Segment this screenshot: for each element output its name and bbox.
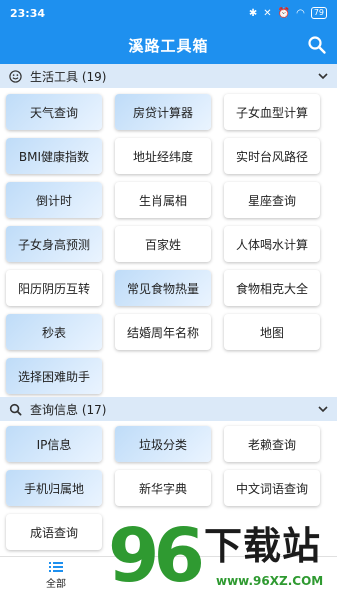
tool-tile[interactable]: 星座查询 <box>224 182 320 218</box>
battery-icon: 79 <box>310 7 327 19</box>
wifi-icon: ◠ <box>296 7 305 19</box>
tool-tile[interactable]: 倒计时 <box>6 182 102 218</box>
section-title: 查询信息 (17) <box>30 402 107 417</box>
tool-tile[interactable]: 子女身高预测 <box>6 226 102 262</box>
tool-tile[interactable]: BMI健康指数 <box>6 138 102 174</box>
tool-tile[interactable]: 房贷计算器 <box>115 94 211 130</box>
chevron-down-icon[interactable] <box>317 403 329 415</box>
tab-all-label: 全部 <box>46 579 66 590</box>
search-icon <box>8 402 22 416</box>
life-tools-grid: 天气查询 房贷计算器 子女血型计算 BMI健康指数 地址经纬度 实时台风路径 倒… <box>6 94 321 394</box>
tool-tile[interactable]: 老赖查询 <box>224 426 320 462</box>
smiley-icon <box>8 69 22 83</box>
section-header-query-info[interactable]: 查询信息 (17) <box>0 397 337 421</box>
tool-tile[interactable]: 实时台风路径 <box>224 138 320 174</box>
tool-tile[interactable]: 百家姓 <box>115 226 211 262</box>
tool-tile[interactable]: 阳历阴历互转 <box>6 270 102 306</box>
tool-tile[interactable]: 结婚周年名称 <box>115 314 211 350</box>
tool-tile[interactable]: IP信息 <box>6 426 102 462</box>
tool-tile[interactable]: 天气查询 <box>6 94 102 130</box>
status-time: 23:34 <box>10 6 46 20</box>
watermark-logo: 96 下载站 www.96XZ.COM <box>108 516 337 600</box>
status-icons: ✱ ✕ ⏰ ◠ 79 <box>249 7 327 19</box>
chevron-down-icon[interactable] <box>317 70 329 82</box>
status-bar: 23:34 ✱ ✕ ⏰ ◠ 79 <box>0 0 337 26</box>
tool-tile[interactable]: 中文词语查询 <box>224 470 320 506</box>
search-icon[interactable] <box>307 35 327 55</box>
section-title: 生活工具 (19) <box>30 69 107 84</box>
app-bar: 溪路工具箱 <box>0 26 337 64</box>
tab-all[interactable]: 全部 <box>36 561 76 590</box>
tool-tile[interactable]: 成语查询 <box>6 514 102 550</box>
watermark-url: www.96XZ.COM <box>216 574 324 588</box>
section-header-life-tools[interactable]: 生活工具 (19) <box>0 64 337 88</box>
tool-tile[interactable]: 人体喝水计算 <box>224 226 320 262</box>
page-title: 溪路工具箱 <box>128 36 209 55</box>
tool-tile[interactable]: 生肖属相 <box>115 182 211 218</box>
tool-tile[interactable]: 新华字典 <box>115 470 211 506</box>
watermark-text: 下载站 <box>204 524 322 568</box>
alarm-icon: ⏰ <box>277 7 291 19</box>
tool-tile[interactable]: 常见食物热量 <box>115 270 211 306</box>
list-icon <box>49 562 63 572</box>
tool-tile[interactable]: 选择困难助手 <box>6 358 102 394</box>
mute-icon: ✕ <box>263 7 272 19</box>
tool-tile[interactable]: 子女血型计算 <box>224 94 320 130</box>
tool-tile[interactable]: 垃圾分类 <box>115 426 211 462</box>
tool-tile[interactable]: 地图 <box>224 314 320 350</box>
tool-tile[interactable]: 食物相克大全 <box>224 270 320 306</box>
tool-tile[interactable]: 地址经纬度 <box>115 138 211 174</box>
tool-tile[interactable]: 手机归属地 <box>6 470 102 506</box>
bluetooth-icon: ✱ <box>248 7 258 19</box>
watermark-number: 96 <box>108 513 205 599</box>
tool-tile[interactable]: 秒表 <box>6 314 102 350</box>
